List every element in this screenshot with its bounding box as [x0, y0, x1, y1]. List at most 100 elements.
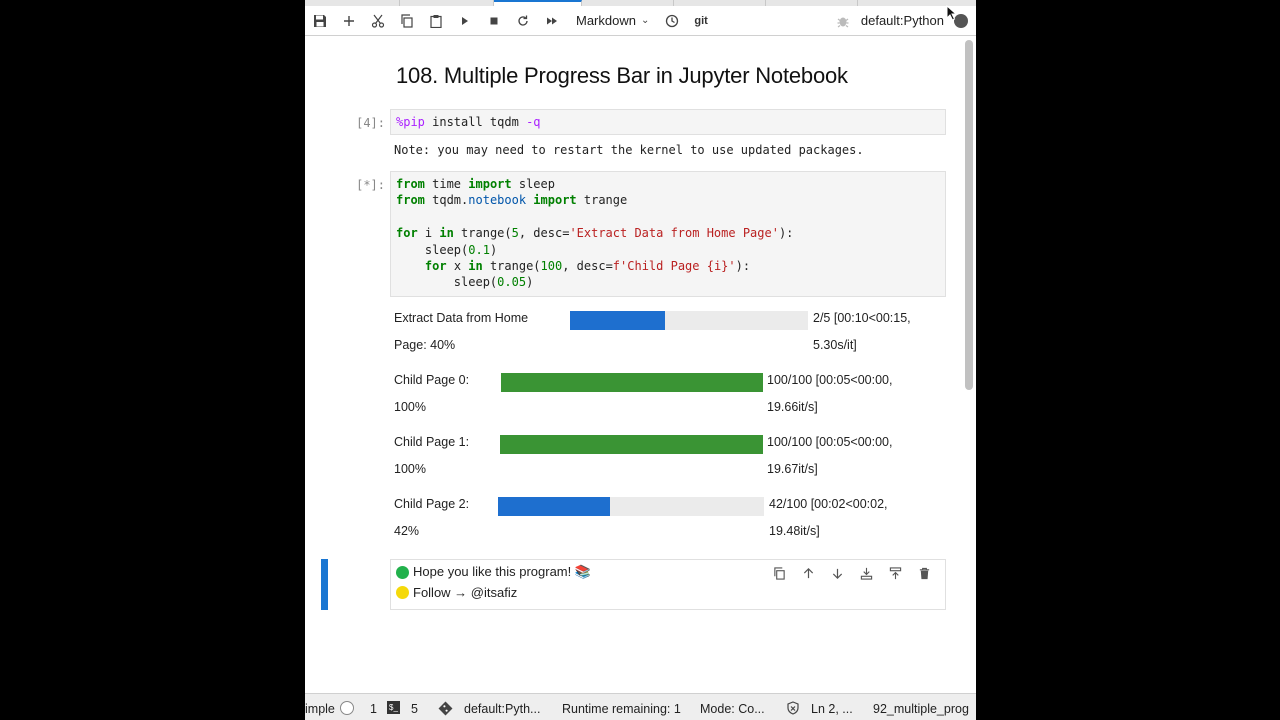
- chevron-down-icon: ⌄: [640, 15, 650, 26]
- markdown-text: Follow → @itsafiz: [413, 585, 518, 600]
- progress-bar-row: Child Page 0: 100% 100/100 [00:05<00:00,…: [394, 373, 954, 433]
- cut-button[interactable]: [363, 7, 392, 35]
- move-up-button[interactable]: [794, 564, 823, 582]
- progress-stats: 42/100 [00:02<00:02,: [769, 497, 888, 511]
- clipboard-icon: [429, 14, 442, 28]
- insert-below-button[interactable]: [881, 564, 910, 582]
- cell-type-dropdown[interactable]: Markdown ⌄: [576, 13, 649, 28]
- progress-percent: 42%: [394, 524, 420, 538]
- debugger-bug-icon[interactable]: [836, 14, 850, 28]
- move-down-button[interactable]: [823, 564, 852, 582]
- arrow-down-icon: [832, 568, 843, 579]
- progress-track: [570, 311, 808, 330]
- progress-rate: 5.30s/it]: [813, 338, 857, 352]
- code-token: sleep(: [396, 242, 469, 257]
- progress-desc: Child Page 0:: [394, 373, 470, 387]
- history-button[interactable]: [657, 7, 686, 35]
- markdown-cell[interactable]: Hope you like this program! 📚 Follow → @…: [390, 559, 946, 610]
- add-cell-button[interactable]: [334, 7, 363, 35]
- code-token: trange(: [453, 226, 512, 241]
- progress-bar-row: Extract Data from Home Page: 40% 2/5 [00…: [394, 311, 954, 371]
- kernel-status[interactable]: default:Pyth...: [464, 702, 540, 716]
- restart-button[interactable]: [508, 7, 537, 35]
- green-circle-icon: [396, 565, 409, 579]
- progress-track: [501, 373, 763, 392]
- file-name: 92_multiple_prog: [873, 702, 969, 716]
- code-token: 'Extract Data from Home Page': [569, 226, 779, 241]
- refresh-icon: [517, 15, 528, 26]
- progress-bar-row: Child Page 1: 100% 100/100 [00:05<00:00,…: [394, 435, 954, 495]
- jupyter-window: Markdown ⌄ git default:Python 108. Multi…: [305, 0, 976, 720]
- kernel-name[interactable]: default:Python: [861, 13, 944, 28]
- arrow-up-icon: [803, 567, 814, 578]
- code-token: 5: [511, 226, 519, 241]
- terminal-count[interactable]: 5: [411, 702, 418, 716]
- progress-stats: 100/100 [00:05<00:00,: [767, 435, 893, 449]
- cursor-position[interactable]: Ln 2, ...: [811, 702, 853, 716]
- shield-x-icon[interactable]: [786, 701, 800, 715]
- code-token: i: [417, 226, 440, 241]
- insert-above-button[interactable]: [852, 564, 881, 582]
- code-token: x: [446, 259, 469, 274]
- code-token: 100: [540, 259, 563, 274]
- mode-indicator[interactable]: Mode: Co...: [700, 702, 765, 716]
- yellow-circle-icon: [396, 586, 409, 599]
- progress-desc: Extract Data from Home: [394, 311, 529, 325]
- code-token: in: [468, 259, 483, 274]
- code-token: import: [533, 193, 577, 208]
- scrollbar[interactable]: [965, 40, 973, 390]
- progress-fill: [500, 435, 763, 454]
- plus-icon: [343, 15, 354, 26]
- code-token: -q: [526, 115, 541, 129]
- pip-output: Note: you may need to restart the kernel…: [394, 143, 864, 157]
- copy-button[interactable]: [392, 7, 421, 35]
- run-all-button[interactable]: [537, 7, 566, 35]
- progress-rate: 19.67it/s]: [767, 462, 818, 476]
- delete-cell-button[interactable]: [910, 564, 939, 582]
- code-token: ):: [735, 259, 751, 274]
- duplicate-icon: [774, 566, 785, 580]
- code-token: , desc=: [562, 259, 613, 274]
- code-token: from: [396, 193, 425, 208]
- duplicate-cell-button[interactable]: [765, 564, 794, 582]
- cell-prompt: [4]:: [356, 116, 385, 130]
- code-cell-tqdm[interactable]: from time import sleep from tqdm.noteboo…: [390, 171, 946, 297]
- notebook-panel[interactable]: 108. Multiple Progress Bar in Jupyter No…: [305, 37, 976, 690]
- code-token: f'Child Page {i}': [612, 259, 736, 274]
- notebook-heading: 108. Multiple Progress Bar in Jupyter No…: [396, 63, 848, 88]
- progress-percent: 100%: [394, 400, 426, 414]
- code-token: in: [439, 226, 454, 241]
- terminal-icon: $_: [387, 701, 400, 714]
- fast-forward-icon: [546, 17, 557, 24]
- interrupt-button[interactable]: [479, 7, 508, 35]
- paste-button[interactable]: [421, 7, 450, 35]
- progress-rate: 19.66it/s]: [767, 400, 818, 414]
- markdown-line: Follow → @itsafiz: [396, 585, 517, 600]
- progress-stats: 100/100 [00:05<00:00,: [767, 373, 893, 387]
- git-branch-icon[interactable]: [438, 701, 453, 716]
- save-button[interactable]: [305, 7, 334, 35]
- code-token: install tqdm: [424, 115, 527, 129]
- mouse-cursor-icon: [946, 5, 958, 21]
- kernel-count[interactable]: 1: [370, 702, 377, 716]
- play-icon: [461, 16, 468, 25]
- progress-bar-row: Child Page 2: 42% 42/100 [00:02<00:02, 1…: [394, 497, 954, 557]
- markdown-line: Hope you like this program! 📚: [396, 564, 591, 580]
- code-token: %pip: [396, 115, 425, 129]
- progress-percent: 100%: [394, 462, 426, 476]
- markdown-text: Hope you like this program! 📚: [413, 564, 592, 579]
- simple-mode-toggle[interactable]: [340, 701, 354, 715]
- code-token: 0.05: [497, 275, 527, 290]
- run-button[interactable]: [450, 7, 479, 35]
- cell-type-value: Markdown: [576, 13, 636, 28]
- copy-icon: [400, 13, 413, 28]
- stop-icon: [490, 17, 497, 24]
- progress-rate: 19.48it/s]: [769, 524, 820, 538]
- progress-percent: Page: 40%: [394, 338, 456, 352]
- git-button[interactable]: git: [694, 15, 707, 27]
- code-cell-pip[interactable]: %pip install tqdm -q: [390, 109, 946, 135]
- code-token: for: [396, 226, 418, 241]
- progress-fill: [498, 497, 610, 516]
- insert-below-icon: [889, 566, 902, 579]
